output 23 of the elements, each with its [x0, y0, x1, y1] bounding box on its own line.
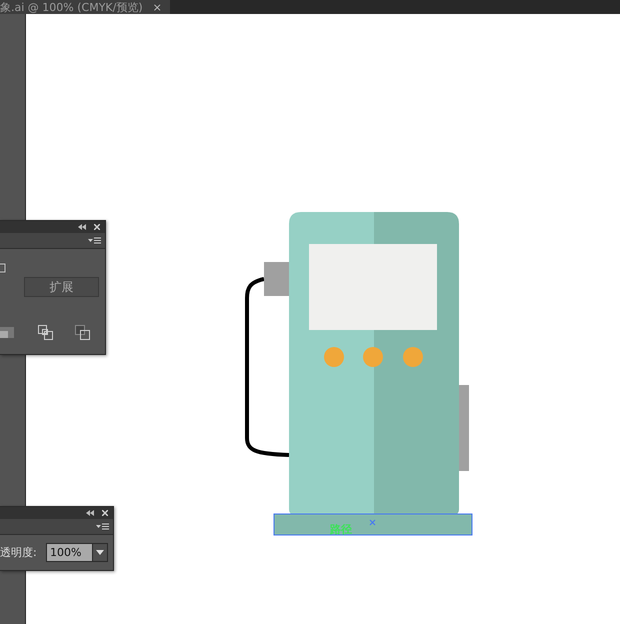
menu-icon[interactable] — [96, 522, 109, 530]
path-label: 路径 — [330, 522, 352, 537]
minus-front-icon[interactable] — [75, 325, 90, 340]
button-dot-drawing — [403, 347, 423, 367]
collapse-icon[interactable] — [78, 224, 86, 230]
button-dot-drawing — [324, 347, 344, 367]
collapse-icon[interactable] — [86, 510, 94, 516]
button-dot-drawing — [363, 347, 383, 367]
nozzle-drawing — [264, 262, 289, 296]
caret-icon — [96, 550, 104, 555]
document-tab[interactable]: 象.ai @ 100% (CMYK/预览) × — [0, 0, 170, 14]
shape-mode-icon[interactable] — [0, 261, 7, 273]
close-icon[interactable] — [94, 224, 100, 230]
expand-button[interactable]: 扩展 — [24, 277, 99, 297]
document-title: 象.ai @ 100% (CMYK/预览) — [0, 0, 143, 14]
opacity-label: 透明度: — [0, 545, 37, 560]
close-icon[interactable] — [102, 510, 108, 516]
minus-back-icon[interactable] — [0, 325, 14, 339]
menu-icon[interactable] — [88, 236, 101, 244]
center-mark-icon — [369, 519, 376, 526]
outline-icon[interactable] — [38, 325, 53, 340]
opacity-dropdown[interactable]: 100% — [46, 543, 108, 562]
close-icon[interactable]: × — [152, 0, 162, 14]
